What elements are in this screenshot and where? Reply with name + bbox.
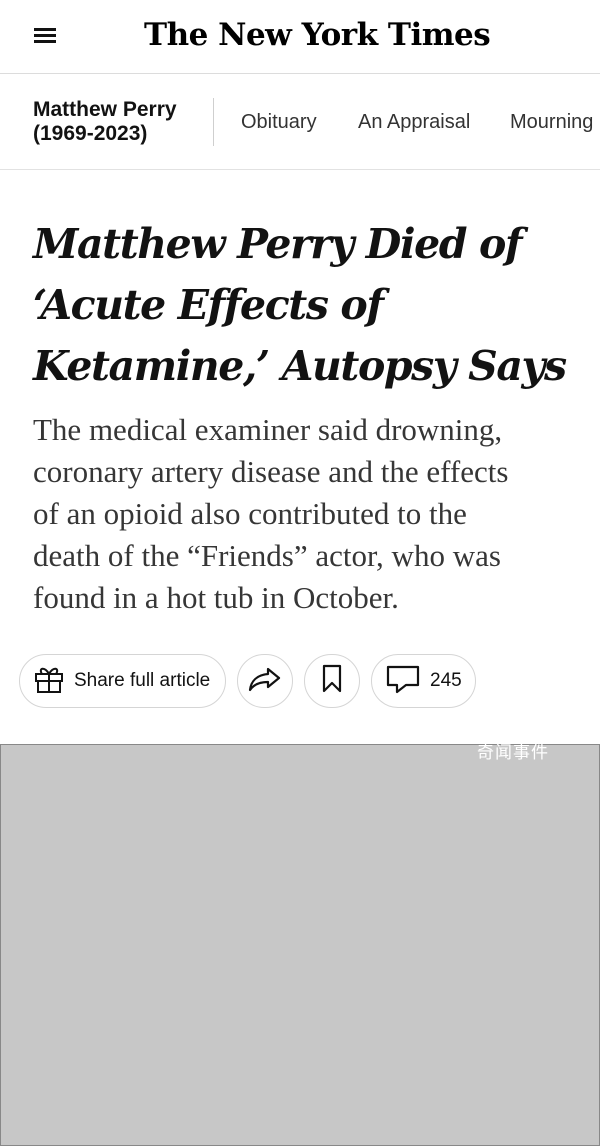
nav-link-obituary[interactable]: Obituary: [241, 111, 317, 134]
watermark-text: 奇闻事件: [477, 744, 549, 763]
comments-count: 245: [430, 670, 462, 691]
summary-line: found in a hot tub in October.: [33, 580, 399, 615]
summary-line: of an opioid also contributed to the: [33, 496, 467, 531]
nyt-logo[interactable]: The New York Times: [144, 12, 491, 58]
comments-button[interactable]: 245: [371, 654, 476, 708]
article-summary: The medical examiner said drowning, coro…: [33, 409, 578, 619]
gift-icon: [33, 664, 65, 699]
section-title-years: (1969-2023): [33, 122, 148, 145]
headline-line: Matthew Perry Died of: [33, 220, 523, 268]
headline-line: Ketamine,’ Autopsy Says: [33, 342, 567, 390]
share-full-article-button[interactable]: Share full article: [19, 654, 226, 708]
share-arrow-icon: [248, 666, 282, 697]
bookmark-icon: [321, 664, 343, 699]
comment-icon: [386, 664, 420, 699]
nav-divider: [213, 98, 214, 146]
summary-line: coronary artery disease and the effects: [33, 454, 509, 489]
nav-link-appraisal[interactable]: An Appraisal: [358, 111, 470, 134]
summary-line: The medical examiner said drowning,: [33, 412, 503, 447]
article-headline: Matthew Perry Died of ‘Acute Effects of …: [33, 214, 573, 397]
hamburger-menu-icon[interactable]: [30, 23, 60, 49]
section-title[interactable]: Matthew Perry (1969-2023): [33, 98, 177, 146]
share-button[interactable]: [237, 654, 293, 708]
save-button[interactable]: [304, 654, 360, 708]
section-title-name: Matthew Perry: [33, 98, 177, 121]
photo-placeholder: [0, 744, 600, 1146]
share-label: Share full article: [74, 670, 211, 691]
summary-line: death of the “Friends” actor, who was: [33, 538, 501, 573]
section-nav: Matthew Perry (1969-2023) Obituary An Ap…: [0, 74, 600, 170]
headline-line: ‘Acute Effects of: [33, 281, 384, 329]
nav-link-mourning[interactable]: Mourning: [510, 111, 593, 134]
masthead: The New York Times: [0, 0, 600, 74]
article-photo[interactable]: 奇闻事件: [0, 744, 600, 1146]
